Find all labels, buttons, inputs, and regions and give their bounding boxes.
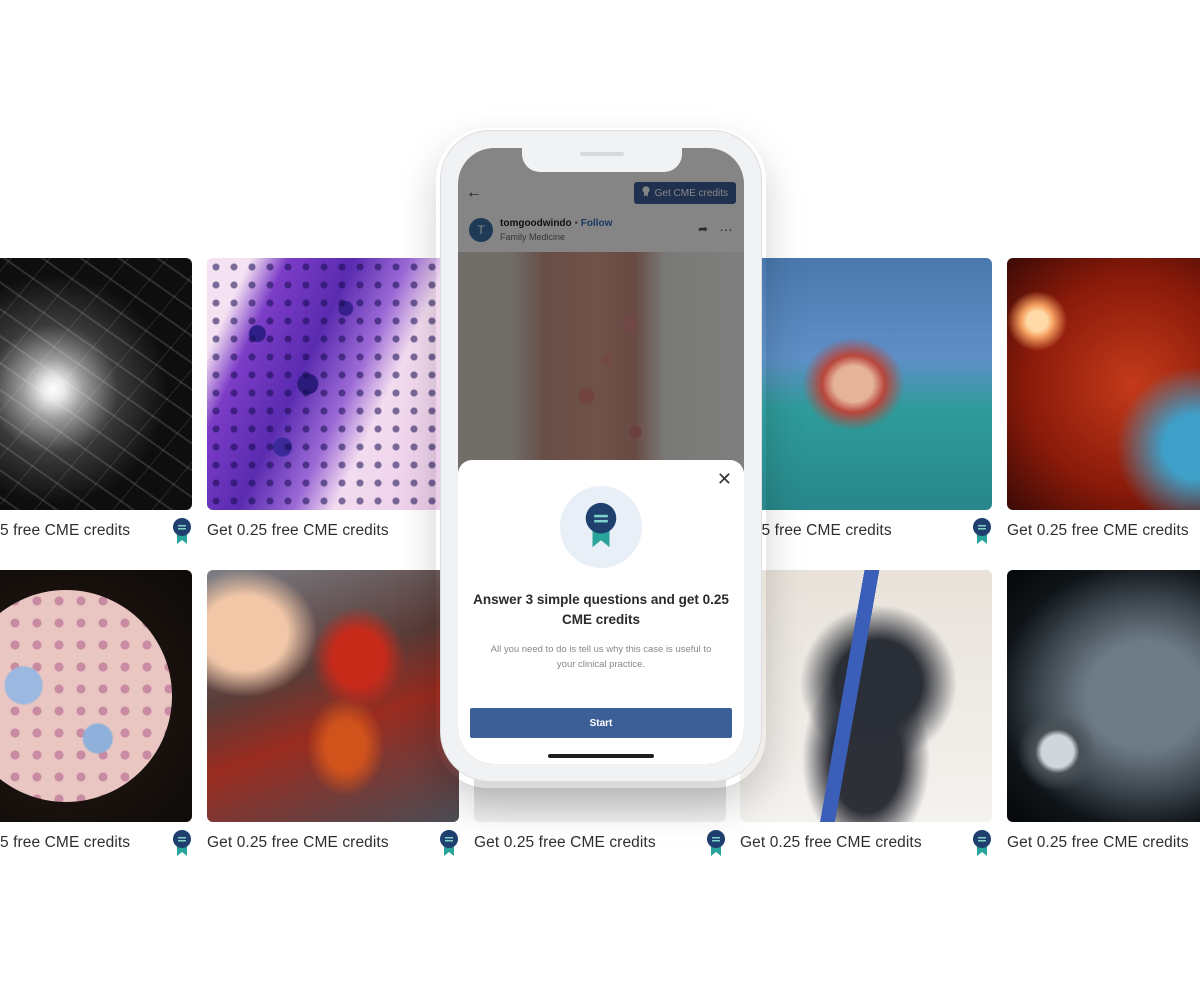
- cme-ribbon-badge: [560, 486, 642, 568]
- cme-credit-text: Get 0.25 free CME credits: [740, 834, 922, 851]
- case-image-surgery[interactable]: [740, 258, 992, 510]
- tile-caption: 5 free CME credits: [0, 828, 192, 858]
- cme-ribbon-icon: [972, 517, 992, 545]
- cme-ribbon-icon: [972, 829, 992, 857]
- phone-speaker: [580, 152, 624, 156]
- cme-credit-text: Get 0.25 free CME credits: [1007, 834, 1189, 851]
- tile-caption: Get 0.25 free CME credits: [207, 516, 459, 546]
- tile-caption: 5 free CME credits: [0, 516, 192, 546]
- cme-credit-text: Get 0.25 free CME credits: [207, 834, 389, 851]
- phone-screen: ← Get CME credits T tomgoodwindo • Follo…: [458, 148, 744, 764]
- cme-ribbon-icon: [439, 829, 459, 857]
- tile-caption: Get 0.25 free CME credits: [740, 828, 992, 858]
- cme-credit-text: 5 free CME credits: [0, 522, 131, 539]
- tile-caption: Get 0.25 free CME credits: [207, 828, 459, 858]
- cme-bottom-sheet: ✕ Answer 3 simple questions and get 0.25…: [458, 460, 744, 764]
- close-icon[interactable]: ✕: [717, 470, 732, 488]
- case-image-mri[interactable]: [1007, 570, 1200, 822]
- case-image-retina[interactable]: [1007, 258, 1200, 510]
- case-image-angiogram[interactable]: [0, 258, 192, 510]
- case-image-open-heart-surgery[interactable]: [207, 570, 459, 822]
- cme-credit-text: Get 0.25 free CME credits: [1007, 522, 1189, 539]
- case-image-circular-micrograph[interactable]: [0, 570, 192, 822]
- sheet-title: Answer 3 simple questions and get 0.25 C…: [473, 592, 729, 627]
- cme-ribbon-icon: [172, 517, 192, 545]
- cme-credit-text: Get 0.25 free CME credits: [207, 522, 389, 539]
- cme-credit-text: 5 free CME credits: [0, 834, 131, 851]
- cme-ribbon-icon: [172, 829, 192, 857]
- start-button[interactable]: Start: [470, 708, 732, 738]
- tile-caption: Get 0.25 free CME credits: [710, 516, 992, 546]
- tile-caption: Get 0.25 free CME credits: [1007, 828, 1200, 858]
- cme-credit-text: Get 0.25 free CME credits: [474, 834, 656, 851]
- cme-ribbon-icon: [584, 501, 618, 554]
- tile-caption: Get 0.25 free CME credits: [474, 828, 726, 858]
- case-image-purple-histology[interactable]: [207, 258, 459, 510]
- tile-caption: Get 0.25 free CME credits: [1007, 516, 1200, 546]
- sheet-description: All you need to do is tell us why this c…: [490, 644, 712, 670]
- home-indicator: [548, 754, 654, 758]
- case-image-legs[interactable]: [740, 570, 992, 822]
- cme-ribbon-icon: [706, 829, 726, 857]
